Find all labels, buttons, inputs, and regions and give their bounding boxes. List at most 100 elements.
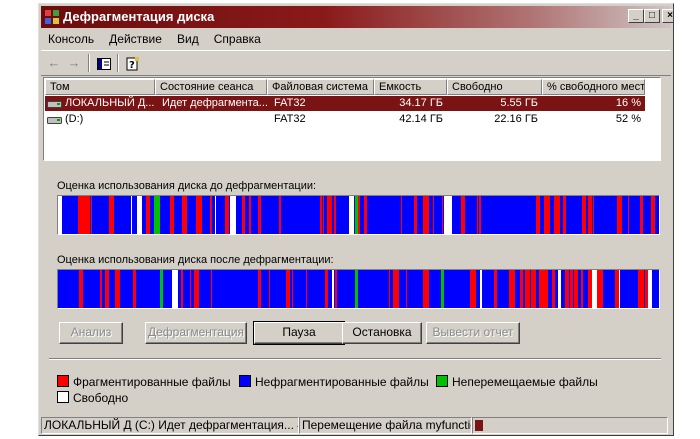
usage-stripe xyxy=(279,196,281,234)
legend-divider xyxy=(49,358,661,360)
volume-capacity: 42.14 ГБ xyxy=(399,113,443,125)
volume-free-pct: 16 % xyxy=(615,97,641,109)
legend-unmovable-label: Неперемещаемые файлы xyxy=(452,375,598,389)
usage-stripe xyxy=(581,270,583,308)
usage-stripe xyxy=(582,196,586,234)
usage-stripe xyxy=(450,196,452,234)
report-button[interactable]: Вывести отчет xyxy=(426,322,520,344)
usage-stripe xyxy=(565,270,569,308)
column-session-status[interactable]: Состояние сеанса xyxy=(155,79,267,95)
before-usage-bar xyxy=(57,195,660,235)
usage-stripe xyxy=(531,270,536,308)
usage-stripe xyxy=(588,270,592,308)
menu-view[interactable]: Вид xyxy=(172,31,204,47)
volume-capacity: 34.17 ГБ xyxy=(399,97,443,109)
usage-stripe xyxy=(215,196,216,234)
column-file-system[interactable]: Файловая система xyxy=(267,79,374,95)
usage-stripe xyxy=(323,196,324,234)
legend-free: Свободно xyxy=(57,391,128,405)
usage-stripe xyxy=(588,196,592,234)
usage-stripe xyxy=(544,270,548,308)
title-bar[interactable]: Дефрагментация диска _ □ × xyxy=(41,6,673,28)
forward-icon[interactable]: → xyxy=(65,54,83,72)
volume-status: Идет дефрагмента... xyxy=(162,97,268,109)
usage-stripe xyxy=(100,270,102,308)
usage-stripe xyxy=(470,270,476,308)
usage-stripe xyxy=(335,270,337,308)
volume-name: ЛОКАЛЬНЫЙ Д... xyxy=(65,97,155,109)
usage-stripe xyxy=(146,196,150,234)
column-volume[interactable]: Том xyxy=(45,79,155,95)
menu-action[interactable]: Действие xyxy=(104,31,167,47)
usage-stripe xyxy=(181,270,183,308)
status-progress xyxy=(472,417,668,434)
usage-stripe xyxy=(389,270,390,308)
usage-stripe xyxy=(554,196,560,234)
usage-stripe xyxy=(306,270,307,308)
volume-fs: FAT32 xyxy=(274,113,306,125)
usage-stripe xyxy=(574,270,578,308)
status-volume: ЛОКАЛЬНЫЙ Д (C:) Идет дефрагментация... … xyxy=(41,417,299,434)
usage-stripe xyxy=(648,270,652,308)
status-bar: ЛОКАЛЬНЫЙ Д (C:) Идет дефрагментация... … xyxy=(41,416,671,434)
window-title: Дефрагментация диска xyxy=(63,9,215,24)
usage-stripe xyxy=(615,270,619,308)
usage-stripe xyxy=(137,196,142,234)
usage-stripe xyxy=(79,270,83,308)
column-free-pct[interactable]: % свободного места xyxy=(542,79,645,95)
stop-button[interactable]: Остановка xyxy=(342,322,422,344)
unmovable-stripe xyxy=(441,270,444,308)
usage-stripe xyxy=(645,270,648,308)
usage-stripe xyxy=(190,270,191,308)
maximize-button[interactable]: □ xyxy=(644,9,660,23)
defragment-button[interactable]: Дефрагментация xyxy=(145,322,247,344)
usage-stripe xyxy=(414,196,417,234)
menu-console[interactable]: Консоль xyxy=(43,31,99,47)
usage-stripe xyxy=(558,270,561,308)
usage-stripe xyxy=(393,270,399,308)
usage-stripe xyxy=(617,196,622,234)
usage-stripe xyxy=(292,270,293,308)
usage-stripe xyxy=(211,270,212,308)
usage-stripe xyxy=(242,196,245,234)
usage-stripe xyxy=(332,270,334,308)
volume-row[interactable]: ЛОКАЛЬНЫЙ Д... Идет дефрагмента... FAT32… xyxy=(45,96,645,111)
back-icon[interactable]: ← xyxy=(45,54,63,72)
legend-contiguous-label: Нефрагментированные файлы xyxy=(255,375,429,389)
pause-button[interactable]: Пауза xyxy=(253,321,345,345)
usage-stripe xyxy=(509,270,515,308)
column-free[interactable]: Свободно xyxy=(447,79,542,95)
usage-stripe xyxy=(638,270,644,308)
usage-stripe xyxy=(640,196,643,234)
usage-stripe xyxy=(230,196,236,234)
usage-stripe xyxy=(520,270,523,308)
defrag-window: Дефрагментация диска _ □ × Консоль Дейст… xyxy=(38,3,674,436)
usage-stripe xyxy=(172,270,178,308)
after-usage-graph xyxy=(58,270,659,308)
usage-stripe xyxy=(444,196,450,234)
unmovable-stripe xyxy=(355,196,358,234)
usage-stripe xyxy=(327,196,332,234)
usage-stripe xyxy=(651,196,655,234)
menu-help[interactable]: Справка xyxy=(209,31,266,47)
usage-stripe xyxy=(619,270,620,308)
usage-stripe xyxy=(269,270,270,308)
volume-list: Том Состояние сеанса Файловая система Ем… xyxy=(43,77,661,161)
usage-stripe xyxy=(544,196,550,234)
analyze-button[interactable]: Анализ xyxy=(59,322,123,344)
usage-stripe xyxy=(525,270,530,308)
console-tree-icon[interactable] xyxy=(95,54,113,72)
usage-stripe xyxy=(628,196,629,234)
help-icon[interactable]: ? xyxy=(124,54,142,72)
usage-stripe xyxy=(406,270,407,308)
usage-stripe xyxy=(593,196,594,234)
usage-stripe xyxy=(182,196,187,234)
volume-row[interactable]: (D:) FAT32 42.14 ГБ 22.16 ГБ 52 % xyxy=(45,112,645,127)
legend-fragmented-label: Фрагментированные файлы xyxy=(73,375,231,389)
minimize-button[interactable]: _ xyxy=(628,9,644,23)
close-button[interactable]: × xyxy=(662,9,673,23)
column-capacity[interactable]: Емкость xyxy=(374,79,447,95)
usage-stripe xyxy=(597,270,603,308)
usage-stripe xyxy=(536,196,540,234)
usage-stripe xyxy=(210,196,212,234)
